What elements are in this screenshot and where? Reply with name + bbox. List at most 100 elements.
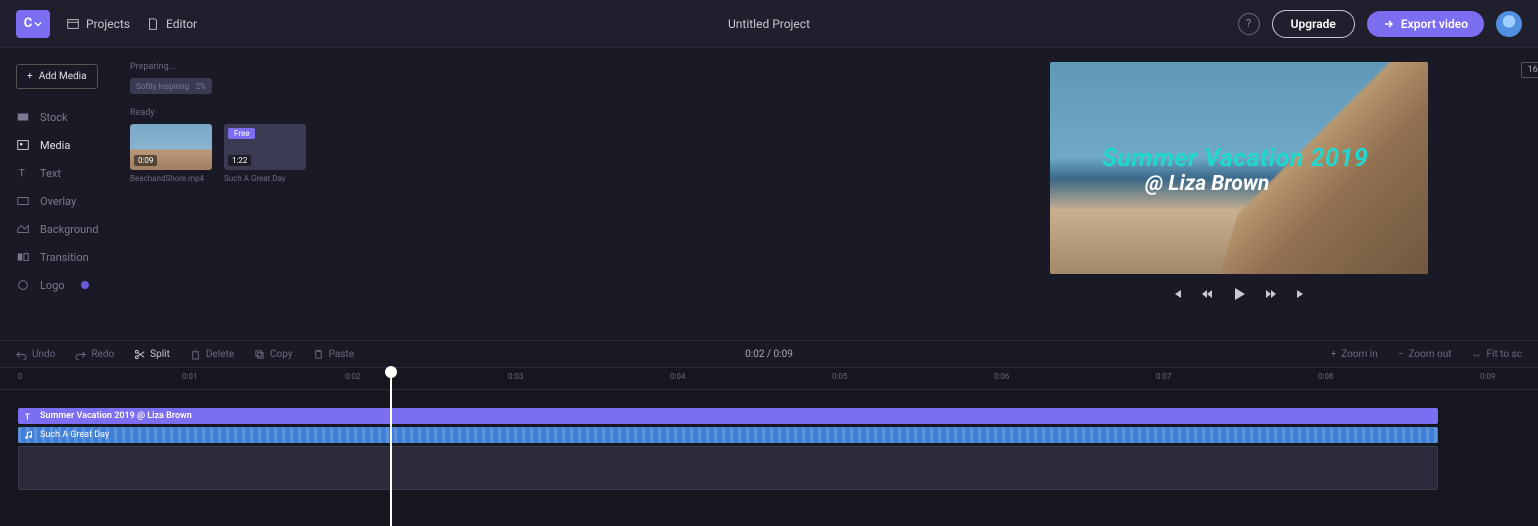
editor-link[interactable]: Editor (146, 17, 197, 31)
paste-button[interactable]: Paste (313, 349, 354, 360)
plus-icon: + (1331, 349, 1337, 360)
undo-icon (16, 349, 27, 360)
sidebar-item-stock[interactable]: Stock (16, 105, 110, 129)
fit-label: Fit to sc (1487, 349, 1522, 360)
user-avatar[interactable] (1496, 11, 1522, 37)
playback-controls (1171, 286, 1307, 305)
audio-track-clip[interactable]: Such A Great Day (18, 427, 1438, 443)
delete-label: Delete (206, 349, 234, 360)
projects-link[interactable]: Projects (66, 17, 130, 31)
fit-icon: ↔ (1472, 349, 1482, 360)
ruler-tick: 0:08 (1318, 372, 1333, 381)
app-logo-button[interactable]: C (16, 10, 50, 38)
video-preview[interactable]: Summer Vacation 2019 @ Liza Brown (1050, 62, 1428, 274)
timeline-ruler[interactable]: 00:010:020:030:040:050:060:070:080:09 (0, 368, 1538, 390)
undo-button[interactable]: Undo (16, 349, 55, 360)
upgrade-button[interactable]: Upgrade (1272, 10, 1355, 38)
sidebar-item-media[interactable]: Media (16, 133, 110, 157)
topbar-left: C Projects Editor (16, 10, 197, 38)
duration-badge: 1:22 (228, 155, 251, 166)
tracks-container: TSummer Vacation 2019 @ Liza Brown Such … (0, 390, 1538, 490)
sidebar-item-text[interactable]: TText (16, 161, 110, 185)
undo-label: Undo (32, 349, 55, 360)
trash-icon (190, 349, 201, 360)
copy-icon (254, 349, 265, 360)
minus-icon: − (1398, 349, 1404, 360)
new-badge (81, 281, 89, 289)
copy-button[interactable]: Copy (254, 349, 293, 360)
ruler-tick: 0:06 (994, 372, 1009, 381)
export-button[interactable]: Export video (1367, 11, 1484, 37)
playhead[interactable] (390, 368, 392, 526)
add-media-button[interactable]: + Add Media (16, 64, 98, 89)
media-icon (16, 138, 30, 152)
copy-label: Copy (270, 349, 293, 360)
sidebar-item-logo[interactable]: Logo (16, 273, 110, 297)
ruler-tick: 0:03 (508, 372, 523, 381)
video-track-clip[interactable] (18, 446, 1438, 490)
play-button[interactable] (1231, 286, 1247, 305)
document-icon (146, 17, 160, 31)
paste-icon (313, 349, 324, 360)
sidebar-item-transition[interactable]: Transition (16, 245, 110, 269)
plus-icon: + (27, 71, 33, 82)
transition-icon (16, 250, 30, 264)
duration-badge: 0:09 (134, 155, 157, 166)
rewind-button[interactable] (1201, 288, 1213, 303)
zoom-out-button[interactable]: −Zoom out (1398, 349, 1452, 360)
export-label: Export video (1401, 17, 1468, 31)
help-button[interactable]: ? (1238, 13, 1260, 35)
forward-button[interactable] (1265, 288, 1277, 303)
media-preparing-item[interactable]: Softly Inspiring 2% (130, 78, 212, 94)
ruler-tick: 0:09 (1480, 372, 1495, 381)
free-tag: Free (228, 128, 255, 139)
zoom-in-label: Zoom in (1341, 349, 1378, 360)
split-button[interactable]: Split (134, 349, 170, 360)
ruler-tick: 0:01 (182, 372, 197, 381)
audio-clip-label: Such A Great Day (40, 430, 109, 440)
preparing-name: Softly Inspiring (136, 82, 189, 91)
ruler-tick: 0:02 (345, 372, 360, 381)
paste-label: Paste (329, 349, 354, 360)
topbar-right: ? Upgrade Export video (1238, 10, 1522, 38)
text-track-clip[interactable]: TSummer Vacation 2019 @ Liza Brown (18, 408, 1438, 424)
delete-button[interactable]: Delete (190, 349, 234, 360)
editor-label: Editor (166, 17, 197, 31)
sidebar-item-overlay[interactable]: Overlay (16, 189, 110, 213)
projects-label: Projects (86, 17, 130, 31)
media-item-video[interactable]: 0:09 BeachandShore.mp4 (130, 124, 212, 183)
music-icon (24, 430, 34, 440)
skip-end-button[interactable] (1295, 288, 1307, 303)
aspect-ratio-button[interactable]: 16:9 (1521, 62, 1538, 78)
fit-button[interactable]: ↔ Fit to sc (1472, 349, 1522, 360)
sidebar-label: Transition (40, 251, 89, 264)
zoom-in-button[interactable]: + Zoom in (1331, 349, 1378, 360)
text-icon: T (16, 166, 30, 180)
sidebar-label: Stock (40, 111, 68, 124)
text-clip-label: Summer Vacation 2019 @ Liza Brown (40, 411, 192, 421)
logo-icon (16, 278, 30, 292)
timeline[interactable]: 00:010:020:030:040:050:060:070:080:09 TS… (0, 368, 1538, 526)
add-media-label: Add Media (39, 71, 87, 82)
preparing-section-label: Preparing... (130, 62, 940, 72)
redo-icon (75, 349, 86, 360)
project-title[interactable]: Untitled Project (728, 17, 810, 31)
redo-button[interactable]: Redo (75, 349, 114, 360)
sidebar: + Add Media Stock Media TText Overlay Bac… (0, 48, 120, 340)
preparing-progress: 2% (196, 82, 206, 91)
media-item-audio[interactable]: Free1:22 Such A Great Day (224, 124, 306, 183)
ruler-tick: 0:07 (1156, 372, 1171, 381)
top-bar: C Projects Editor Untitled Project ? Upg… (0, 0, 1538, 48)
ruler-tick: 0:05 (832, 372, 847, 381)
svg-text:T: T (19, 167, 26, 180)
skip-start-button[interactable] (1171, 288, 1183, 303)
sidebar-item-background[interactable]: Background (16, 217, 110, 241)
preview-title-line1: Summer Vacation 2019 (1102, 144, 1368, 173)
media-thumbnail: 0:09 (130, 124, 212, 170)
scissors-icon (134, 349, 145, 360)
redo-label: Redo (91, 349, 114, 360)
ruler-tick: 0 (18, 372, 23, 381)
logo-letter: C (24, 16, 33, 31)
background-icon (16, 222, 30, 236)
preview-panel: Summer Vacation 2019 @ Liza Brown 16:9 (940, 48, 1538, 340)
